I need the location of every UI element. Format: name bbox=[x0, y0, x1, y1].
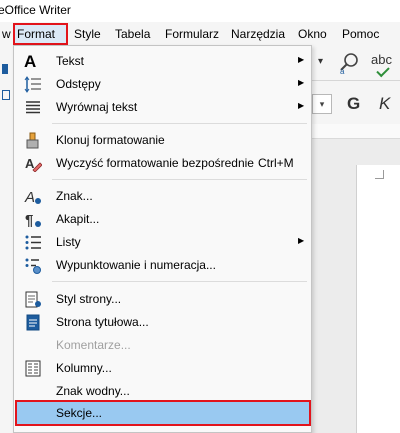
spacing-icon bbox=[24, 76, 42, 93]
chevron-down-icon[interactable]: ▾ bbox=[318, 56, 323, 67]
shortcut-label: Ctrl+M bbox=[258, 156, 294, 170]
menu-item-bullets-numbering[interactable]: Wypunktowanie i numeracja... bbox=[16, 254, 309, 277]
menu-item-comments[interactable]: Komentarze... bbox=[16, 334, 309, 357]
submenu-arrow-icon: ▶ bbox=[298, 101, 305, 110]
clone-brush-icon bbox=[24, 132, 42, 149]
menu-item-align-text[interactable]: Wyrównaj tekst ▶ bbox=[16, 96, 309, 119]
paragraph-icon: ¶ bbox=[24, 211, 42, 229]
toolbar-icon-fragment bbox=[2, 64, 8, 74]
menu-item-spacing[interactable]: Odstępy ▶ bbox=[16, 73, 309, 96]
menu-item-clone-formatting[interactable]: Klonuj formatowanie bbox=[16, 129, 309, 152]
submenu-arrow-icon: ▶ bbox=[298, 78, 305, 87]
submenu-arrow-icon: ▶ bbox=[298, 55, 305, 64]
page-style-icon bbox=[24, 291, 42, 308]
menu-bar: w Format Style Tabela Formularz Narzędzi… bbox=[0, 22, 400, 46]
window-title: eOffice Writer bbox=[0, 3, 71, 17]
menu-separator bbox=[52, 179, 307, 180]
submenu-arrow-icon: ▶ bbox=[298, 236, 305, 245]
text-A-icon: A bbox=[24, 52, 37, 71]
italic-button[interactable]: K bbox=[379, 94, 390, 114]
find-replace-icon[interactable]: a bbox=[337, 51, 361, 78]
toolbar-icon-fragment bbox=[2, 90, 10, 100]
menu-form[interactable]: Formularz bbox=[161, 23, 223, 45]
title-page-icon bbox=[24, 314, 42, 331]
svg-text:a: a bbox=[340, 67, 345, 75]
left-edge bbox=[0, 46, 14, 433]
bullets-numbering-icon bbox=[24, 257, 42, 274]
document-page[interactable] bbox=[356, 165, 400, 433]
menu-item-columns[interactable]: Kolumny... bbox=[16, 357, 309, 380]
menu-item-paragraph[interactable]: ¶ Akapit... bbox=[16, 208, 309, 231]
menu-separator bbox=[52, 281, 307, 282]
menu-format[interactable]: Format bbox=[13, 23, 68, 45]
svg-text:¶: ¶ bbox=[25, 212, 33, 228]
spellcheck-text: abc bbox=[371, 52, 392, 67]
menu-help[interactable]: Pomoc bbox=[338, 23, 383, 45]
align-icon bbox=[24, 99, 42, 116]
clear-format-icon: A bbox=[24, 155, 43, 173]
font-size-dropdown[interactable]: ▾ bbox=[312, 94, 332, 114]
menu-separator bbox=[52, 123, 307, 124]
columns-icon bbox=[24, 360, 42, 377]
menu-item-sections[interactable]: Sekcje... bbox=[15, 400, 311, 426]
toolbar-divider bbox=[312, 80, 400, 81]
menu-item-lists[interactable]: Listy ▶ bbox=[16, 231, 309, 254]
menu-window[interactable]: Okno bbox=[294, 23, 331, 45]
ruler bbox=[312, 124, 400, 139]
menu-style[interactable]: Style bbox=[70, 23, 105, 45]
menu-tools[interactable]: Narzędzia bbox=[227, 23, 289, 45]
character-icon: A bbox=[24, 188, 42, 206]
svg-text:A: A bbox=[24, 189, 35, 205]
format-menu: A Tekst ▶ Odstępy ▶ Wyrównaj tekst ▶ Klo… bbox=[13, 45, 312, 433]
menu-item-title-page[interactable]: Strona tytułowa... bbox=[16, 311, 309, 334]
bold-button[interactable]: G bbox=[347, 94, 360, 114]
lists-icon bbox=[24, 234, 42, 251]
menu-item-text[interactable]: A Tekst ▶ bbox=[16, 50, 309, 73]
menu-table[interactable]: Tabela bbox=[111, 23, 154, 45]
spellcheck-icon[interactable]: abc bbox=[371, 52, 392, 78]
menu-item-clear-direct-formatting[interactable]: A Wyczyść formatowanie bezpośrednie Ctrl… bbox=[16, 152, 309, 175]
menu-item-character[interactable]: A Znak... bbox=[16, 185, 309, 208]
svg-text:A: A bbox=[25, 156, 35, 171]
title-bar: eOffice Writer bbox=[0, 0, 400, 22]
text-boundary-mark bbox=[375, 170, 384, 179]
menu-item-page-style[interactable]: Styl strony... bbox=[16, 288, 309, 311]
